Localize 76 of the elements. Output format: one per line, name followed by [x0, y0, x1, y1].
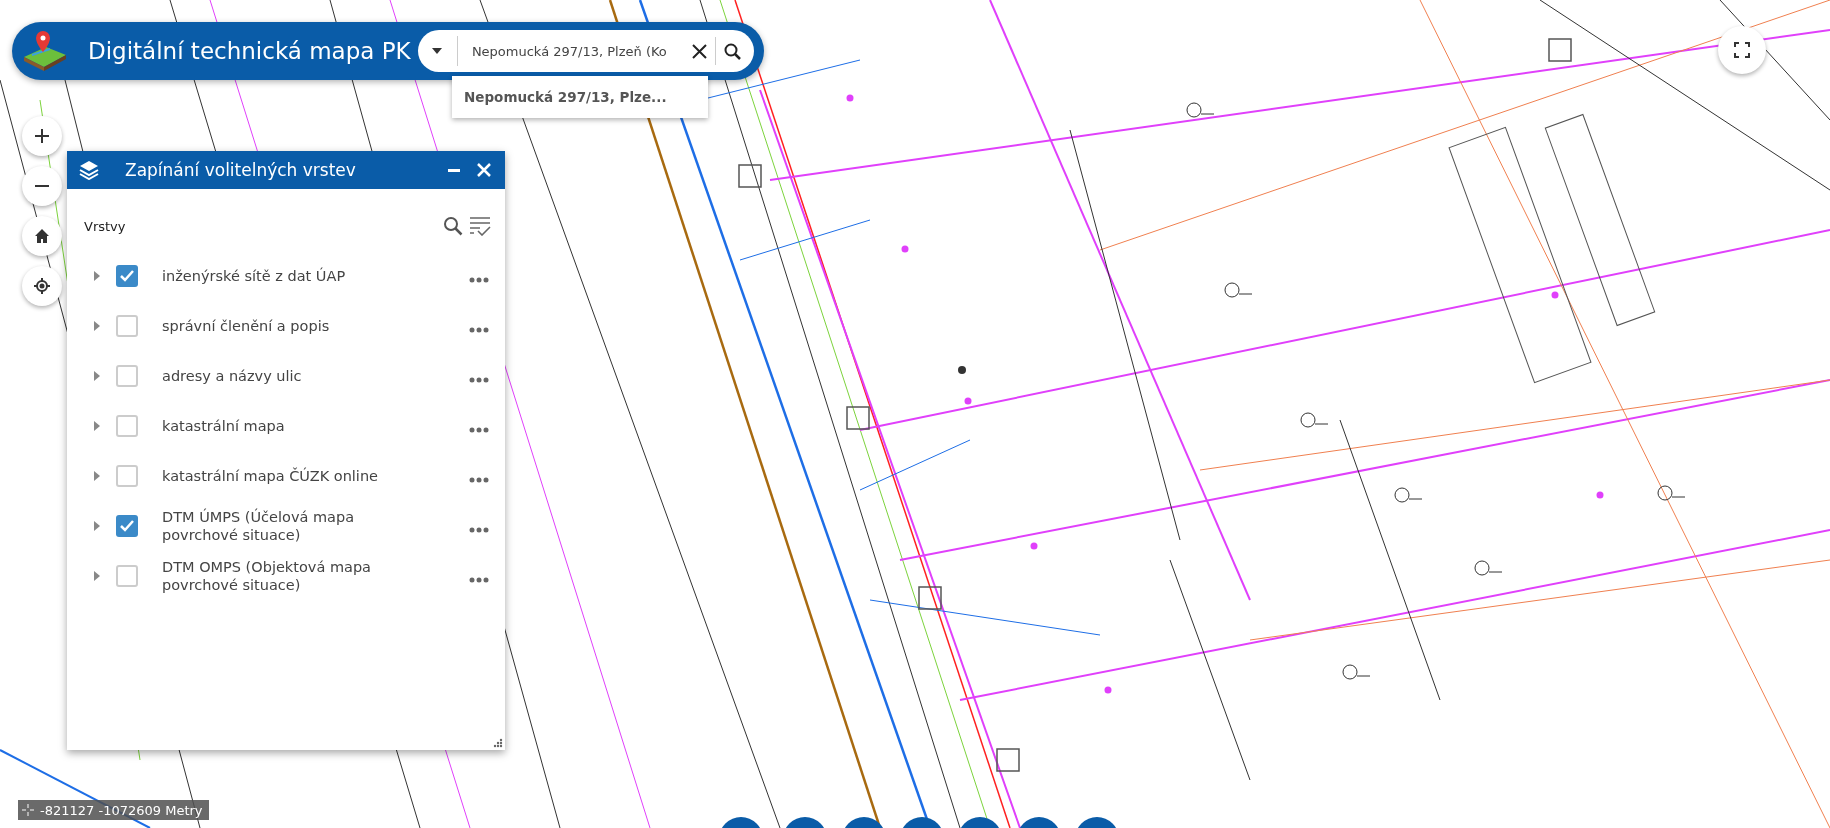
search-icon[interactable] — [443, 216, 463, 236]
checkmark-icon — [120, 520, 134, 532]
app-title: Digitální technická mapa PK — [88, 38, 411, 64]
home-button[interactable] — [22, 216, 62, 256]
layer-checkbox[interactable] — [116, 465, 138, 487]
layer-name: katastrální mapa ČÚZK online — [162, 467, 379, 485]
crosshair-icon — [22, 804, 34, 816]
layer-checkbox[interactable] — [116, 365, 138, 387]
home-icon — [34, 228, 50, 244]
layers-icon — [79, 160, 99, 180]
square-map-symbol — [738, 164, 762, 188]
checkmark-icon — [120, 270, 134, 282]
more-icon — [469, 477, 489, 483]
layer-checkbox[interactable] — [116, 515, 138, 537]
expand-arrow-icon[interactable] — [92, 270, 102, 282]
layer-name: adresy a názvy ulic — [162, 367, 303, 385]
more-icon — [469, 427, 489, 433]
panel-title: Zapínání volitelných vrstev — [125, 160, 356, 180]
zoom-in-icon — [34, 128, 50, 144]
map-pin-logo-icon — [22, 31, 68, 71]
expand-arrow-icon[interactable] — [92, 320, 102, 332]
zoom-out-button[interactable] — [22, 166, 62, 206]
layer-checkbox[interactable] — [116, 265, 138, 287]
map-point-marker — [958, 366, 966, 374]
map-point-marker — [901, 245, 909, 253]
locate-icon — [34, 278, 50, 294]
zoom-in-button[interactable] — [22, 116, 62, 156]
map-point-marker — [1596, 491, 1604, 499]
section-label: Vrstvy — [84, 218, 126, 234]
coordinates-text: -821127 -1072609 Metry — [40, 802, 203, 818]
caret-icon — [432, 48, 443, 54]
layer-name: správní členění a popis — [162, 317, 331, 335]
layer-name: DTM OMPS (Objektová mapa povrchové situace) — [162, 558, 372, 594]
layer-checkbox[interactable] — [116, 315, 138, 337]
expand-arrow-icon[interactable] — [92, 520, 102, 532]
more-icon — [469, 577, 489, 583]
map-point-marker — [1030, 542, 1038, 550]
layer-name: katastrální mapa — [162, 417, 286, 435]
filter-list-icon[interactable] — [469, 216, 491, 236]
map-point-marker — [1551, 291, 1559, 299]
ring-map-symbol — [1394, 487, 1423, 503]
close-icon — [477, 163, 491, 177]
search-suggestion[interactable]: Nepomucká 297/13, Plze... — [452, 76, 708, 118]
close-icon — [691, 43, 707, 59]
expand-arrow-icon[interactable] — [92, 470, 102, 482]
square-map-symbol — [996, 748, 1020, 772]
search-field[interactable]: Nepomucká 297/13, Plzeň (Ko — [471, 43, 684, 59]
resize-grip-icon[interactable] — [493, 738, 503, 748]
map-point-marker — [964, 397, 972, 405]
ring-map-symbol — [1186, 102, 1215, 118]
more-icon — [469, 277, 489, 283]
more-icon — [469, 377, 489, 383]
square-map-symbol — [846, 406, 870, 430]
more-icon — [469, 327, 489, 333]
square-map-symbol — [1548, 38, 1572, 62]
expand-arrow-icon[interactable] — [92, 420, 102, 432]
ring-map-symbol — [1657, 485, 1686, 501]
locate-button[interactable] — [22, 266, 62, 306]
minimize-icon — [448, 168, 460, 172]
ring-map-symbol — [1342, 664, 1371, 680]
fullscreen-button[interactable] — [1718, 26, 1766, 74]
square-map-symbol — [918, 586, 942, 610]
search-icon — [723, 42, 741, 60]
fullscreen-icon — [1734, 42, 1750, 58]
ring-map-symbol — [1224, 282, 1253, 298]
expand-arrow-icon[interactable] — [92, 370, 102, 382]
expand-arrow-icon[interactable] — [92, 570, 102, 582]
ring-map-symbol — [1300, 412, 1329, 428]
map-point-marker — [1104, 686, 1112, 694]
layer-name: inženýrské sítě z dat ÚAP — [162, 267, 347, 285]
ring-map-symbol — [1474, 560, 1503, 576]
layer-name: DTM ÚMPS (Účelová mapa povrchové situace) — [162, 508, 356, 544]
layer-checkbox[interactable] — [116, 565, 138, 587]
layer-checkbox[interactable] — [116, 415, 138, 437]
more-icon — [469, 527, 489, 533]
map-point-marker — [846, 94, 854, 102]
